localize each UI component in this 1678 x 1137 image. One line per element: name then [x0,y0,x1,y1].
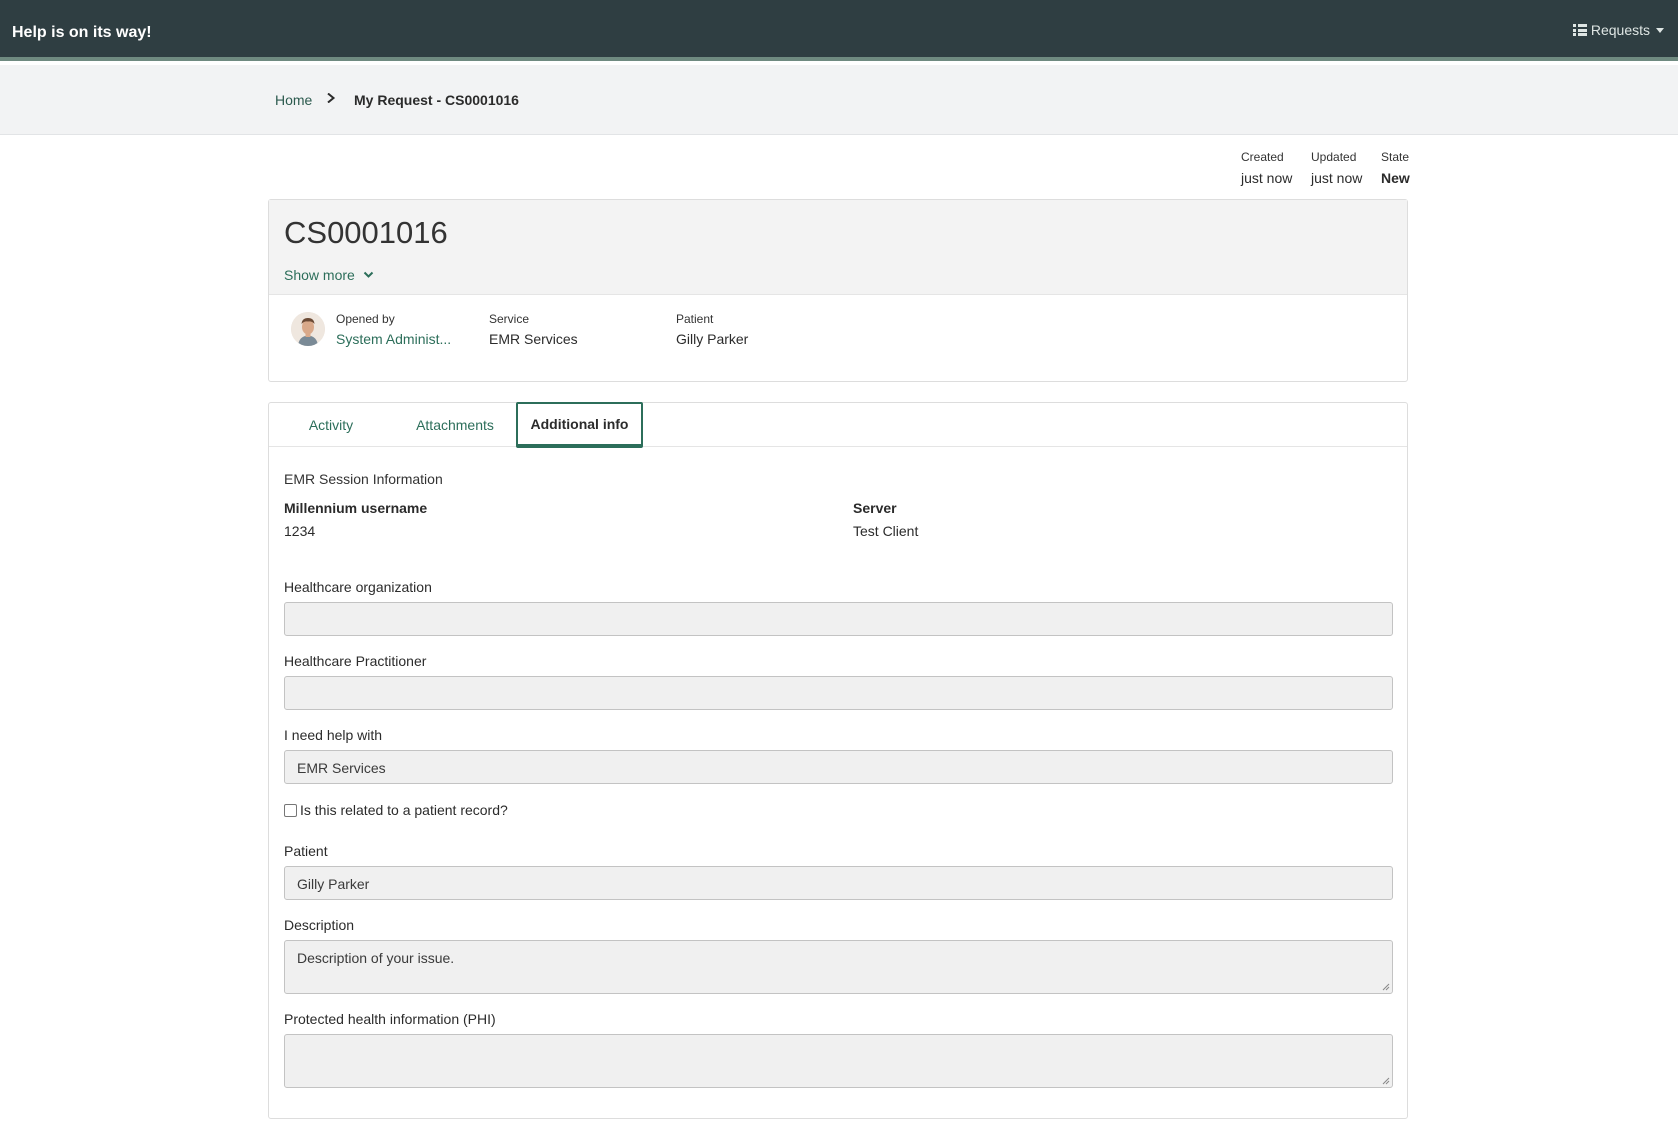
top-navbar: Help is on its way! Requests [0,0,1678,61]
practitioner-field[interactable] [284,676,1393,710]
show-more-toggle[interactable]: Show more [284,267,374,283]
case-number: CS0001016 [284,215,448,250]
brand-title[interactable]: Help is on its way! [12,24,152,42]
server-label: Server [853,500,897,516]
created-meta: Created just now [1241,150,1292,186]
requests-menu-label: Requests [1590,22,1650,38]
request-tabs-panel: Activity Attachments Additional info EMR… [268,402,1408,1119]
avatar [291,312,325,346]
resize-grip-icon[interactable] [1382,983,1390,991]
service-label: Service [489,312,530,326]
millennium-username-value: 1234 [284,523,316,539]
patient-record-checkbox[interactable] [284,803,297,817]
millennium-username-field: Millennium username 1234 [284,500,427,539]
patient-input-label: Patient [284,843,328,859]
healthcare-org-field[interactable] [284,602,1393,636]
patient-input[interactable]: Gilly Parker [284,866,1393,900]
state-meta: State New [1381,150,1410,186]
server-value: Test Client [853,523,919,539]
description-label: Description [284,917,355,933]
patient-field: Patient Gilly Parker [676,312,748,347]
breadcrumb-current: My Request - CS0001016 [354,92,519,108]
patient-value: Gilly Parker [676,331,749,347]
phi-label: Protected health information (PHI) [284,1011,496,1027]
patient-record-checkbox-row: Is this related to a patient record? [284,802,508,818]
user-avatar-icon [291,312,325,346]
patient-record-checkbox-label[interactable]: Is this related to a patient record? [300,802,508,818]
service-field: Service EMR Services [489,312,578,347]
updated-value: just now [1311,170,1363,186]
opened-by-field: Opened by System Administ... [336,312,451,347]
chevron-right-icon [327,93,336,103]
tab-attachments[interactable]: Attachments [393,403,517,447]
state-label: State [1381,150,1410,164]
tab-bar: Activity Attachments Additional info [269,402,1407,448]
resize-grip-icon[interactable] [1382,1077,1390,1085]
state-value: New [1381,170,1410,186]
created-label: Created [1241,150,1284,164]
updated-meta: Updated just now [1311,150,1362,186]
service-value: EMR Services [489,331,578,347]
tab-activity[interactable]: Activity [269,403,393,447]
patient-label: Patient [676,312,714,326]
need-help-label: I need help with [284,727,383,743]
case-header: CS0001016 Show more [269,200,1407,295]
healthcare-org-label: Healthcare organization [284,579,432,595]
created-value: just now [1241,170,1293,186]
practitioner-label: Healthcare Practitioner [284,653,427,669]
list-icon [1572,24,1587,36]
opened-by-link[interactable]: System Administ... [336,331,451,347]
caret-down-icon [1656,27,1664,33]
description-text: Description of your issue. [297,950,455,966]
requests-menu[interactable]: Requests [1572,22,1664,38]
section-title: EMR Session Information [284,471,443,487]
server-field: Server Test Client [853,500,918,539]
case-header-card: CS0001016 Show more Opened by System Adm… [268,199,1408,382]
tab-additional-info[interactable]: Additional info [516,402,643,448]
updated-label: Updated [1311,150,1357,164]
description-textarea[interactable]: Description of your issue. [284,940,1393,994]
opened-by-label: Opened by [336,312,395,326]
breadcrumb-home-link[interactable]: Home [275,92,312,108]
need-help-field[interactable]: EMR Services [284,750,1393,784]
millennium-username-label: Millennium username [284,500,428,516]
chevron-down-icon [363,271,374,278]
phi-textarea[interactable] [284,1034,1393,1088]
breadcrumb: Home My Request - CS0001016 [0,65,1678,135]
show-more-label: Show more [284,267,355,283]
